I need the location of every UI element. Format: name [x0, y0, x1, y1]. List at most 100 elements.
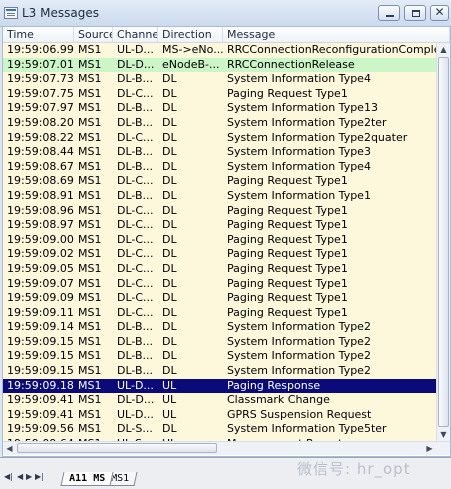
cell-message: System Information Type5ter [227, 422, 387, 436]
cell-source: MS1 [78, 291, 102, 305]
table-row[interactable]: 19:59:09.181 MS1 UL-D... UL Paging Response [3, 378, 436, 394]
table-row[interactable]: 19:59:08.697 MS1 DL-C... DL Paging Request T… [3, 174, 436, 189]
cell-time: 19:59:06.992 [7, 43, 74, 56]
cell-time: 19:59:09.002 [7, 232, 74, 246]
table-row[interactable]: 19:59:06.992 MS1 UL-D... MS->eNo... RRCConne… [3, 43, 436, 58]
table-header: Time Source Channel Direction Message [3, 27, 450, 43]
cell-time: 19:59:07.737 [7, 72, 74, 86]
watermark: 微信号: hr_opt [297, 460, 411, 478]
table-row[interactable]: 19:59:09.002 MS1 DL-C... DL Paging Request T… [3, 232, 436, 248]
table-row[interactable]: 19:59:09.154 MS1 DL-B... DL System Informati… [3, 364, 436, 379]
cell-time: 19:59:08.227 [7, 130, 74, 144]
cell-source: MS1 [78, 364, 102, 378]
cell-message: Paging Request Type1 [227, 305, 348, 319]
table-row[interactable]: 19:59:09.560 MS1 DL-S... DL System Informati… [3, 422, 436, 438]
cell-message: Paging Request Type1 [227, 203, 348, 217]
column-header-direction[interactable]: Direction [158, 27, 223, 43]
maximize-button[interactable] [404, 5, 426, 21]
table-row[interactable]: 19:59:08.227 MS1 DL-C... DL System Informati… [3, 130, 436, 146]
cell-source: MS1 [78, 407, 102, 421]
cell-direction: DL [162, 334, 177, 348]
table-row[interactable]: 19:59:07.973 MS1 DL-B... DL System Informati… [3, 101, 436, 116]
column-header-channel[interactable]: Channel [113, 27, 158, 43]
cell-message: RRCConnectionReconfigurationComplete [227, 43, 436, 56]
table-row[interactable]: 19:59:09.071 MS1 DL-C... DL Paging Request T… [3, 276, 436, 292]
scroll-up-icon[interactable]: ▲ [437, 43, 450, 56]
cell-time: 19:59:09.150 [7, 334, 74, 348]
title-bar: L3 Messages ✕ [0, 0, 451, 27]
column-header-message[interactable]: Message [223, 27, 450, 43]
window-icon [4, 7, 18, 19]
table-row[interactable]: 19:59:09.053 MS1 DL-C... DL Paging Request T… [3, 261, 436, 277]
cell-message: Paging Request Type1 [227, 261, 348, 275]
minimize-icon [386, 15, 394, 17]
close-button[interactable]: ✕ [430, 5, 449, 21]
tab-label: MS1 [111, 473, 130, 484]
cell-direction: DL [162, 159, 177, 173]
cell-channel: UL-D... [117, 43, 154, 56]
tab-all-ms[interactable]: A11 MS [60, 472, 114, 486]
cell-source: MS1 [78, 101, 102, 115]
table-row[interactable]: 19:59:09.025 MS1 DL-C... DL Paging Request T… [3, 247, 436, 262]
cell-time: 19:59:07.973 [7, 101, 74, 115]
horizontal-scroll-thumb[interactable] [17, 443, 217, 453]
table-row[interactable]: 19:59:09.413 MS1 DL-D... UL Classmark Change [3, 393, 436, 408]
cell-message: Classmark Change [227, 393, 330, 407]
cell-source: MS1 [78, 393, 102, 407]
table-row[interactable]: 19:59:09.150 MS1 DL-B... DL System Informati… [3, 349, 436, 365]
scroll-right-icon[interactable]: ▶ [423, 442, 436, 455]
vertical-scroll-thumb[interactable] [438, 57, 449, 427]
cell-channel: DL-C... [117, 261, 154, 275]
table-row[interactable]: 19:59:09.117 MS1 DL-C... DL Paging Request T… [3, 305, 436, 321]
cell-message: System Information Type1 [227, 188, 371, 202]
window-title: L3 Messages [22, 6, 99, 20]
column-header-time[interactable]: Time [3, 27, 74, 43]
cell-time: 19:59:07.012 [7, 57, 74, 71]
table-row[interactable]: 19:59:08.443 MS1 DL-B... DL System Informati… [3, 145, 436, 160]
table-row[interactable]: 19:59:09.149 MS1 DL-B... DL System Informati… [3, 320, 436, 335]
table-row[interactable]: 19:59:09.099 MS1 DL-C... DL Paging Request T… [3, 291, 436, 306]
cell-direction: DL [162, 305, 177, 319]
cell-message: Paging Request Type1 [227, 232, 348, 246]
tab-next-icon[interactable]: ▶ [26, 472, 32, 481]
tab-last-icon[interactable]: ▶| [35, 472, 44, 481]
table-row[interactable]: 19:59:08.914 MS1 DL-B... DL System Informati… [3, 188, 436, 204]
cell-direction: DL [162, 349, 177, 363]
cell-time: 19:59:07.756 [7, 86, 74, 100]
cell-time: 19:59:09.413 [7, 407, 74, 421]
table-row[interactable]: 19:59:08.679 MS1 DL-B... DL System Informati… [3, 159, 436, 175]
table-row[interactable]: 19:59:07.737 MS1 DL-B... DL System Informati… [3, 72, 436, 87]
cell-channel: DL-C... [117, 174, 154, 188]
table-row[interactable]: 19:59:09.150 MS1 DL-B... DL System Informati… [3, 334, 436, 350]
table-row[interactable]: 19:59:07.012 MS1 DL-D... eNodeB-... RRCConne… [3, 57, 436, 73]
column-header-source[interactable]: Source [74, 27, 113, 43]
cell-message: System Information Type2 [227, 320, 371, 334]
cell-source: MS1 [78, 378, 102, 392]
table-body: 19:59:06.992 MS1 UL-D... MS->eNo... RRCConne… [3, 43, 436, 452]
cell-channel: DL-C... [117, 276, 154, 290]
cell-time: 19:59:09.154 [7, 364, 74, 378]
cell-time: 19:59:08.914 [7, 188, 74, 202]
table-row[interactable]: 19:59:07.756 MS1 DL-C... DL Paging Request T… [3, 86, 436, 102]
cell-message: System Information Type3 [227, 145, 371, 159]
cell-channel: UL-D... [117, 407, 154, 421]
cell-time: 19:59:08.203 [7, 115, 74, 129]
table-row[interactable]: 19:59:09.413 MS1 UL-D... UL GPRS Suspension … [3, 407, 436, 423]
cell-channel: DL-B... [117, 101, 154, 115]
cell-direction: MS->eNo... [162, 43, 223, 56]
vertical-scrollbar[interactable]: ▲ ▼ [436, 43, 450, 441]
cell-time: 19:59:08.443 [7, 145, 74, 159]
table-row[interactable]: 19:59:08.960 MS1 DL-C... DL Paging Request T… [3, 203, 436, 219]
tab-first-icon[interactable]: ◀| [4, 472, 13, 481]
cell-direction: DL [162, 72, 177, 86]
scroll-left-icon[interactable]: ◀ [3, 442, 16, 455]
horizontal-scrollbar[interactable]: ◀ ▶ [3, 441, 450, 455]
cell-channel: DL-C... [117, 130, 154, 144]
cell-message: System Information Type4 [227, 72, 371, 86]
tab-prev-icon[interactable]: ◀ [17, 472, 23, 481]
table-row[interactable]: 19:59:08.979 MS1 DL-C... DL Paging Request T… [3, 218, 436, 233]
minimize-button[interactable] [378, 5, 400, 21]
scroll-down-icon[interactable]: ▼ [437, 428, 450, 441]
maximize-icon [412, 10, 420, 17]
table-row[interactable]: 19:59:08.203 MS1 DL-B... DL System Informati… [3, 115, 436, 131]
